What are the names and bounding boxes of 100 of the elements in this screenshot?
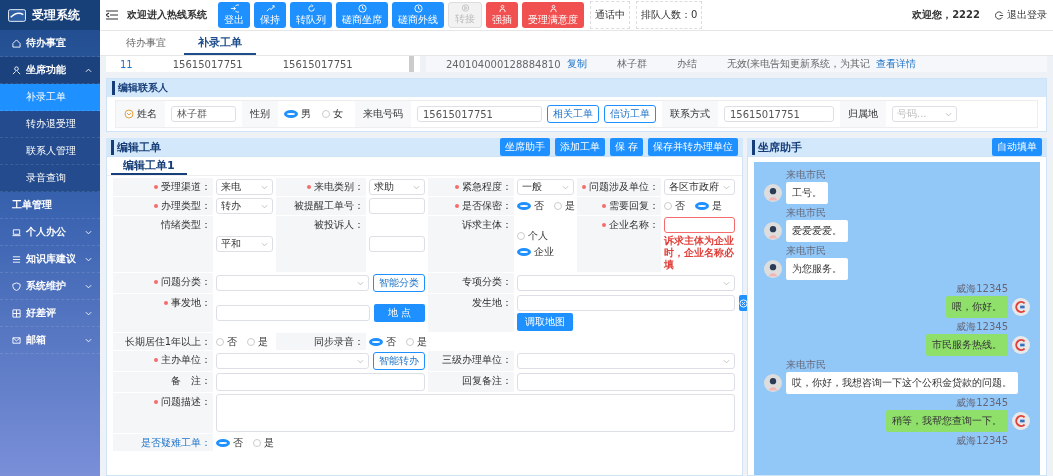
outline-button[interactable]: 相关工单 <box>547 105 599 123</box>
table-cell: 15615017751 <box>172 58 243 70</box>
agent-avatar-icon <box>1012 298 1030 316</box>
radio-option[interactable]: 是 <box>253 435 274 450</box>
chevron-down-icon <box>357 280 365 286</box>
select-field[interactable] <box>517 275 735 291</box>
radio-option[interactable]: 是 <box>554 199 576 213</box>
page-tab[interactable]: 待办事宜 <box>112 31 180 55</box>
radio-option[interactable]: 否 <box>663 199 685 213</box>
menu-icon[interactable] <box>106 10 118 20</box>
outline-button[interactable]: 智能分类 <box>373 274 426 292</box>
select-field[interactable]: 平和 <box>216 236 273 252</box>
sender-name: 威海12345 <box>955 434 1009 448</box>
sidebar-subitem[interactable]: 录音查询 <box>0 165 100 192</box>
scrollbar[interactable] <box>409 56 414 72</box>
radio-option[interactable]: 否 <box>368 334 396 349</box>
avatar-icon <box>764 222 782 240</box>
table-link[interactable]: 复制 <box>566 57 587 71</box>
app-title: 受理系统 <box>32 6 80 24</box>
radio-option[interactable]: 否 <box>216 435 243 450</box>
input-field[interactable] <box>663 217 735 233</box>
required-mark-icon <box>601 223 606 227</box>
field-label-text: 姓名 <box>137 107 157 121</box>
grid-icon <box>12 308 21 318</box>
textarea-field[interactable] <box>517 373 735 391</box>
field-label-text: 诉求主体： <box>462 218 513 232</box>
radio-option[interactable]: 企业 <box>517 245 568 259</box>
sidebar-item[interactable]: 坐席功能 <box>0 57 100 84</box>
field-label-text: 问题描述： <box>161 395 211 409</box>
chevron-down-icon <box>561 184 569 190</box>
outline-button[interactable]: 信访工单 <box>604 105 656 123</box>
agent-icon <box>12 65 21 75</box>
form-tab[interactable]: 编辑工单1 <box>111 157 187 175</box>
field-label-text: 备 注： <box>171 374 211 388</box>
laptop-icon <box>12 227 21 237</box>
radio-option[interactable]: 个人 <box>517 229 568 243</box>
field-label: 联系方式 <box>662 101 718 127</box>
table-cell: 林子群 <box>616 57 647 71</box>
textarea-field[interactable] <box>216 394 735 432</box>
clear-button[interactable] <box>739 295 748 311</box>
table-link[interactable]: 查看详情 <box>876 57 917 71</box>
select-field[interactable]: 来电 <box>216 179 273 195</box>
field-label-text: 情绪类型： <box>161 218 211 232</box>
radio-option[interactable]: 是 <box>247 334 268 349</box>
message-bubble: 爱爱爱爱。 <box>786 220 848 242</box>
select-field[interactable] <box>517 353 735 369</box>
radio-option[interactable]: 是 <box>694 199 722 213</box>
field-label-text: 企业名称： <box>608 218 659 232</box>
select-field[interactable]: 各区市政府 <box>663 179 735 195</box>
play-icon <box>460 4 470 12</box>
chevron-icon <box>85 283 92 289</box>
toolbar-button[interactable]: 强插 <box>486 2 518 28</box>
mail-icon <box>12 335 21 345</box>
select-field[interactable]: 求助 <box>368 179 426 195</box>
radio-option[interactable]: 否 <box>517 199 545 213</box>
sender-name: 威海12345 <box>955 282 1009 296</box>
field-label-text: 办理类型： <box>161 199 211 213</box>
chevron-circle-icon <box>124 109 134 119</box>
message-bubble: 为您服务。 <box>786 258 848 280</box>
select-field[interactable] <box>216 353 370 369</box>
avatar-icon <box>764 260 782 278</box>
select-field[interactable]: 转办 <box>216 198 273 214</box>
radio-option[interactable]: 女 <box>322 107 343 121</box>
toolbar-button[interactable]: 受理满意度 <box>522 2 584 28</box>
radio-option[interactable]: 否 <box>216 334 237 349</box>
field-label: 来电号码 <box>355 101 411 127</box>
input-field[interactable]: 林子群 <box>171 106 236 122</box>
chevron-icon <box>85 337 92 343</box>
select-field[interactable] <box>216 275 370 291</box>
message-bubble: 哎，你好，我想咨询一下这个公积金贷款的问题。 <box>786 372 1018 394</box>
required-mark-icon <box>154 280 158 284</box>
sidebar-subitem[interactable]: 联系人管理 <box>0 138 100 165</box>
radio-option[interactable]: 男 <box>284 107 311 121</box>
field-label-text: 来电类别： <box>313 180 364 194</box>
logout-link[interactable]: 退出登录 <box>995 8 1047 22</box>
user-greeting: 欢迎您，2222 <box>912 8 980 22</box>
chevron-down-icon <box>413 184 421 190</box>
sidebar-subitem[interactable]: 转办退受理 <box>0 111 100 138</box>
chevron-down-icon <box>945 111 952 117</box>
sender-name: 威海12345 <box>955 320 1009 334</box>
required-mark-icon <box>154 185 158 189</box>
chevron-down-icon <box>260 184 268 190</box>
welcome-text: 欢迎进入热线系统 <box>127 8 207 22</box>
select-field[interactable]: 一般 <box>517 179 574 195</box>
textarea-field[interactable] <box>216 373 426 391</box>
required-mark-icon <box>581 185 586 189</box>
error-message: 诉求主体为企业时，企业名称必填 <box>663 235 735 271</box>
radio-option[interactable]: 是 <box>405 334 427 349</box>
shield-icon <box>12 281 21 291</box>
user-icon <box>497 3 507 13</box>
outline-button[interactable]: 智能转办 <box>373 352 426 370</box>
field-label-text: 同步录音： <box>313 335 364 349</box>
sender-name: 威海12345 <box>955 396 1009 410</box>
field-label-text: 受理渠道： <box>161 180 211 194</box>
table-cell: 240104000128884810 <box>446 58 561 70</box>
input-field[interactable]: 15615017751 <box>417 106 542 122</box>
input-field[interactable]: 15615017751 <box>724 106 834 122</box>
message-bubble: 工号。 <box>786 182 828 204</box>
refresh-icon <box>306 3 316 13</box>
field-label-text[interactable]: 是否疑难工单： <box>141 436 211 450</box>
